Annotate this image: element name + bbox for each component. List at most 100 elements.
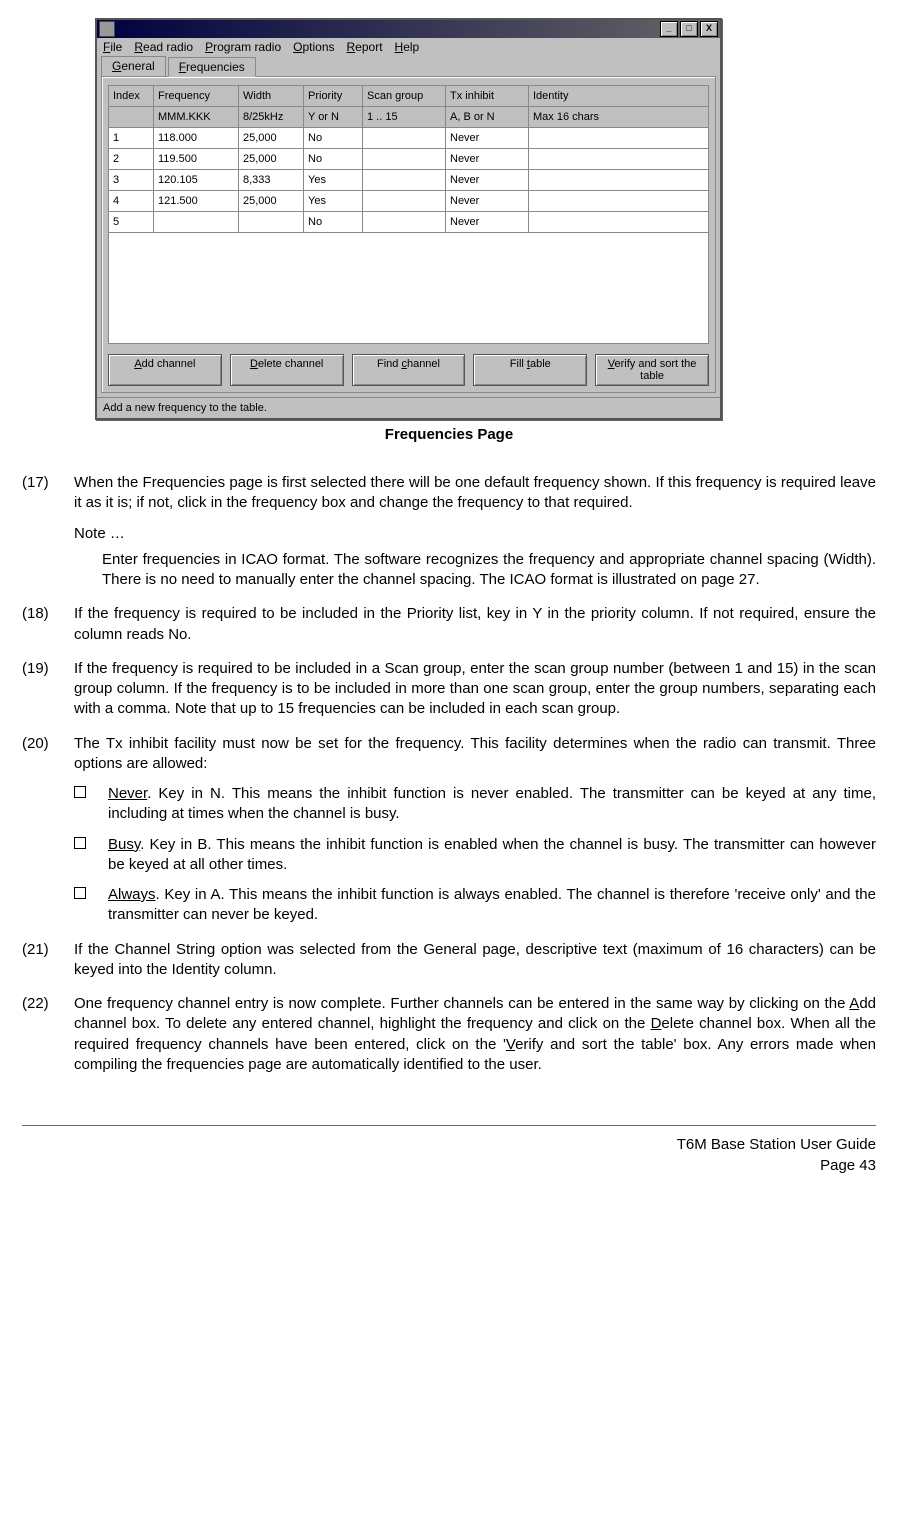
table-cell[interactable] <box>154 212 239 233</box>
table-cell[interactable]: Never <box>446 128 529 149</box>
note-label: Note … <box>74 524 876 544</box>
sub-item: Always. Key in A. This means the inhibit… <box>74 885 876 926</box>
table-cell[interactable]: Never <box>446 191 529 212</box>
frequencies-table[interactable]: IndexFrequencyWidthPriorityScan groupTx … <box>108 85 709 233</box>
col-header[interactable]: Scan group <box>363 86 446 107</box>
table-row[interactable]: 1118.00025,000No Never <box>109 128 709 149</box>
table-row[interactable]: 5 No Never <box>109 212 709 233</box>
menu-read-radio[interactable]: Read radio <box>134 40 193 54</box>
item-body: If the frequency is required to be inclu… <box>74 659 876 720</box>
hint-cell: 8/25kHz <box>239 107 304 128</box>
tab-panel: IndexFrequencyWidthPriorityScan groupTx … <box>101 76 716 393</box>
menubar: File Read radio Program radio Options Report… <box>97 38 720 56</box>
table-cell[interactable] <box>363 128 446 149</box>
item-number: (19) <box>22 659 74 720</box>
tab-frequencies[interactable]: Frequencies <box>168 57 256 77</box>
table-cell[interactable] <box>239 212 304 233</box>
item-body: The Tx inhibit facility must now be set … <box>74 734 876 926</box>
table-empty-area <box>108 233 709 344</box>
table-cell[interactable] <box>529 128 709 149</box>
hint-cell <box>109 107 154 128</box>
table-cell[interactable] <box>363 212 446 233</box>
menu-file[interactable]: File <box>103 40 122 54</box>
col-header[interactable]: Width <box>239 86 304 107</box>
sub-text: Busy. Key in B. This means the inhibit f… <box>108 835 876 876</box>
table-cell[interactable]: 119.500 <box>154 149 239 170</box>
note-body: Enter frequencies in ICAO format. The so… <box>102 550 876 591</box>
delete-channel-button[interactable]: Delete channel <box>230 354 344 386</box>
table-cell[interactable]: 8,333 <box>239 170 304 191</box>
table-cell[interactable]: 25,000 <box>239 149 304 170</box>
close-button[interactable]: X <box>700 21 718 37</box>
table-cell[interactable]: Yes <box>304 191 363 212</box>
table-cell[interactable]: Never <box>446 170 529 191</box>
checkbox-icon <box>74 835 108 876</box>
table-cell[interactable]: 25,000 <box>239 128 304 149</box>
fill-table-button[interactable]: Fill table <box>473 354 587 386</box>
menu-report[interactable]: Report <box>347 40 383 54</box>
col-header[interactable]: Frequency <box>154 86 239 107</box>
col-header[interactable]: Index <box>109 86 154 107</box>
table-cell[interactable]: 121.500 <box>154 191 239 212</box>
table-cell[interactable] <box>529 191 709 212</box>
sub-item: Never. Key in N. This means the inhibit … <box>74 784 876 825</box>
table-cell[interactable]: 5 <box>109 212 154 233</box>
col-header[interactable]: Priority <box>304 86 363 107</box>
table-cell[interactable]: 2 <box>109 149 154 170</box>
table-cell[interactable] <box>529 149 709 170</box>
add-channel-button[interactable]: Add channel <box>108 354 222 386</box>
tab-strip: GeneralFrequencies <box>97 56 720 76</box>
item-number: (21) <box>22 940 74 981</box>
table-cell[interactable] <box>363 170 446 191</box>
table-cell[interactable] <box>363 191 446 212</box>
sub-item: Busy. Key in B. This means the inhibit f… <box>74 835 876 876</box>
table-cell[interactable]: Never <box>446 212 529 233</box>
checkbox-icon <box>74 885 108 926</box>
numbered-item: (17)When the Frequencies page is first s… <box>22 473 876 590</box>
hint-cell: A, B or N <box>446 107 529 128</box>
table-cell[interactable]: Never <box>446 149 529 170</box>
hint-cell: Y or N <box>304 107 363 128</box>
col-header[interactable]: Tx inhibit <box>446 86 529 107</box>
table-cell[interactable]: 118.000 <box>154 128 239 149</box>
table-cell[interactable]: No <box>304 212 363 233</box>
table-cell[interactable]: No <box>304 128 363 149</box>
item-number: (20) <box>22 734 74 926</box>
table-cell[interactable]: 3 <box>109 170 154 191</box>
button-row: Add channelDelete channelFind channelFil… <box>108 354 709 386</box>
sub-text: Always. Key in A. This means the inhibit… <box>108 885 876 926</box>
item-body: When the Frequencies page is first selec… <box>74 473 876 590</box>
hint-cell: Max 16 chars <box>529 107 709 128</box>
menu-help[interactable]: Help <box>395 40 420 54</box>
table-cell[interactable] <box>529 212 709 233</box>
tab-general[interactable]: General <box>101 56 166 76</box>
item-number: (22) <box>22 994 74 1075</box>
item-body: If the frequency is required to be inclu… <box>74 604 876 645</box>
menu-program-radio[interactable]: Program radio <box>205 40 281 54</box>
figure-caption: Frequencies Page <box>22 426 876 443</box>
table-row[interactable]: 3120.1058,333Yes Never <box>109 170 709 191</box>
menu-options[interactable]: Options <box>293 40 334 54</box>
table-row[interactable]: 2119.50025,000No Never <box>109 149 709 170</box>
table-cell[interactable] <box>363 149 446 170</box>
table-cell[interactable]: Yes <box>304 170 363 191</box>
footer-page: Page 43 <box>22 1155 876 1176</box>
numbered-item: (18)If the frequency is required to be i… <box>22 604 876 645</box>
minimize-button[interactable]: _ <box>660 21 678 37</box>
table-cell[interactable]: 25,000 <box>239 191 304 212</box>
hint-cell: 1 .. 15 <box>363 107 446 128</box>
find-channel-button[interactable]: Find channel <box>352 354 466 386</box>
verify-and-sort-the-table-button[interactable]: Verify and sort the table <box>595 354 709 386</box>
table-cell[interactable]: 1 <box>109 128 154 149</box>
sub-text: Never. Key in N. This means the inhibit … <box>108 784 876 825</box>
maximize-button[interactable]: □ <box>680 21 698 37</box>
checkbox-icon <box>74 784 108 825</box>
table-cell[interactable]: No <box>304 149 363 170</box>
table-cell[interactable]: 120.105 <box>154 170 239 191</box>
table-cell[interactable]: 4 <box>109 191 154 212</box>
window-buttons: _ □ X <box>660 21 718 37</box>
table-cell[interactable] <box>529 170 709 191</box>
col-header[interactable]: Identity <box>529 86 709 107</box>
table-row[interactable]: 4121.50025,000Yes Never <box>109 191 709 212</box>
item-body: If the Channel String option was selecte… <box>74 940 876 981</box>
